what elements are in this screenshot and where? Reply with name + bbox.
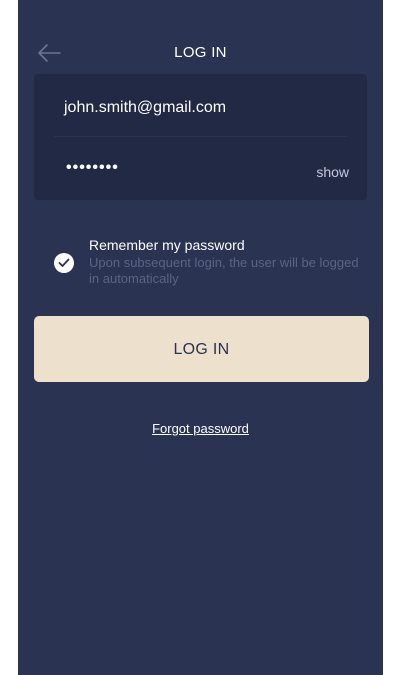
password-value: ••••••••	[66, 159, 119, 176]
remember-label: Remember my password	[89, 237, 245, 253]
header: LOG IN	[18, 30, 383, 74]
show-password-button[interactable]: show	[316, 164, 349, 180]
password-field[interactable]: •••••••• show	[34, 137, 367, 199]
remember-hint: Upon subsequent login, the user will be …	[89, 255, 359, 286]
checkmark-icon	[58, 258, 70, 267]
forgot-password-link[interactable]: Forgot password	[18, 421, 383, 436]
login-button-label: LOG IN	[173, 341, 230, 358]
page-title: LOG IN	[174, 44, 227, 61]
login-button[interactable]: LOG IN	[34, 316, 369, 382]
credentials-card: john.smith@gmail.com •••••••• show	[34, 74, 367, 200]
login-screen: LOG IN john.smith@gmail.com •••••••• sho…	[18, 0, 383, 675]
email-field[interactable]: john.smith@gmail.com	[34, 74, 367, 136]
email-value: john.smith@gmail.com	[64, 99, 227, 116]
remember-password-option: Remember my password Upon subsequent log…	[54, 237, 364, 297]
remember-checkbox[interactable]	[54, 253, 74, 273]
